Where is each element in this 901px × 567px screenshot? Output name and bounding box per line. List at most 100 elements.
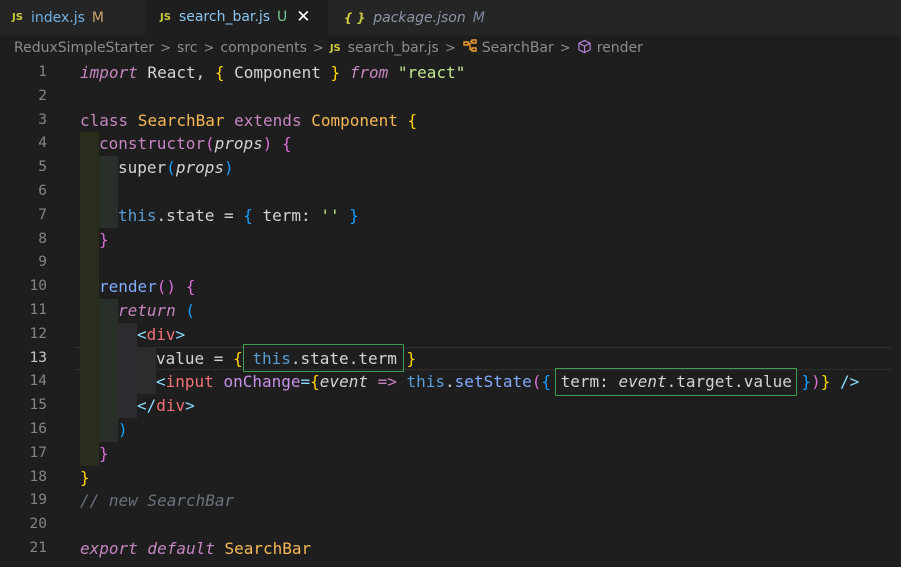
code-token: } [406, 348, 417, 368]
code-line: 18 } [0, 466, 901, 490]
code-token: ( [531, 372, 542, 392]
code-text: <input onChange={event => this.setState(… [156, 370, 859, 394]
code-token: render [99, 277, 157, 297]
code-text: class SearchBar extends Component { [80, 109, 417, 133]
code-line: 6 [0, 180, 901, 204]
code-token: ( [166, 158, 176, 178]
code-token: } [801, 372, 812, 392]
code-token: } [339, 205, 359, 225]
code-token: ) [262, 134, 273, 154]
class-symbol-icon [462, 39, 478, 57]
code-line: 2 [0, 85, 901, 109]
code-line: 9 [0, 251, 901, 275]
code-editor[interactable]: 1 import React, { Component } from "reac… [0, 61, 901, 567]
code-token: props [214, 134, 263, 154]
code-token: => [367, 372, 407, 392]
indent-guide [80, 346, 99, 371]
code-token: < [137, 324, 147, 344]
code-token: Component [301, 110, 408, 130]
code-token: ) [118, 420, 128, 439]
code-token: return [118, 301, 176, 320]
code-token: constructor [99, 134, 205, 154]
code-token: props [175, 158, 224, 178]
code-token: { [176, 277, 196, 297]
indent-guide [118, 346, 137, 371]
code-token: div [156, 396, 186, 416]
tab-label: package.json [373, 9, 466, 26]
code-text: </div> [137, 394, 195, 418]
code-text: } [80, 466, 90, 490]
breadcrumb-item-method[interactable]: render [597, 40, 643, 56]
code-token: } [330, 63, 341, 82]
line-number: 5 [38, 159, 47, 176]
code-token: = [204, 348, 234, 368]
line-number: 20 [29, 516, 47, 533]
breadcrumb-item-project[interactable]: ReduxSimpleStarter [14, 40, 154, 56]
code-token: this [118, 205, 157, 225]
breadcrumb-item-src[interactable]: src [177, 40, 197, 56]
line-number: 4 [38, 135, 47, 152]
close-icon[interactable]: ✕ [296, 7, 310, 27]
code-token: } [820, 372, 831, 392]
tab-index-js[interactable]: JS index.js M [12, 0, 104, 35]
code-token: { [272, 134, 292, 154]
line-number: 8 [38, 230, 47, 247]
code-text: super(props) [118, 156, 234, 180]
line-number: 21 [29, 540, 47, 556]
line-number: 19 [29, 492, 47, 509]
code-text: return ( [118, 299, 195, 323]
line-number: 13 [29, 349, 47, 366]
line-number: 12 [29, 325, 47, 342]
code-text: } [99, 442, 109, 466]
breadcrumb-item-file[interactable]: search_bar.js [348, 40, 439, 56]
code-line: 15 </div> [0, 394, 901, 418]
code-token: ( [175, 301, 196, 320]
code-token: SearchBar [214, 539, 312, 558]
code-text: value = { this.state.term } [156, 347, 416, 371]
code-line: 20 [0, 513, 901, 537]
code-token: ) [811, 372, 821, 392]
breadcrumb: ReduxSimpleStarter > src > components > … [0, 35, 901, 61]
code-text: render() { [99, 275, 195, 299]
js-file-icon: JS [329, 42, 341, 54]
code-token: default [137, 539, 215, 558]
code-token: '' [320, 205, 340, 225]
code-token: this [242, 348, 291, 368]
code-line: 11 return ( [0, 299, 901, 323]
code-token: { [233, 348, 243, 368]
line-number: 14 [29, 373, 47, 390]
tab-search-bar-js[interactable]: JS search_bar.js U ✕ [145, 0, 328, 35]
line-number: 18 [29, 468, 47, 485]
code-line: 21 export default SearchBar [0, 537, 901, 561]
code-line: 5 super(props) [0, 156, 901, 180]
js-file-icon: JS [12, 12, 23, 23]
code-token: "react" [397, 63, 466, 82]
breadcrumb-item-components[interactable]: components [220, 40, 307, 56]
code-token: /> [830, 372, 860, 392]
code-token: </ [137, 396, 157, 416]
code-line: 10 render() { [0, 275, 901, 299]
method-cube-icon [577, 39, 592, 58]
code-token: extends [234, 110, 302, 130]
chevron-right-icon: > [444, 40, 456, 56]
code-token: .state.term [290, 348, 407, 368]
code-token: Component [224, 63, 331, 82]
code-token: . [445, 372, 455, 392]
code-token: } [99, 443, 109, 463]
code-token: this [406, 372, 446, 392]
line-number: 10 [29, 278, 47, 295]
code-token: event [618, 372, 667, 392]
code-text: } [99, 228, 109, 252]
code-text: constructor(props) { [99, 132, 292, 156]
code-token: super [118, 158, 167, 178]
js-file-icon: JS [160, 11, 171, 23]
code-text: import React, { Component } from "react" [80, 61, 465, 85]
line-number: 16 [29, 421, 47, 437]
code-token: { [214, 63, 225, 82]
tab-package-json[interactable]: { } package.json M [344, 0, 485, 35]
code-line: 19 // new SearchBar [0, 489, 901, 513]
code-token: setState [454, 372, 532, 392]
code-token: > [175, 324, 186, 344]
line-number: 1 [38, 64, 47, 80]
breadcrumb-item-class[interactable]: SearchBar [482, 40, 554, 56]
